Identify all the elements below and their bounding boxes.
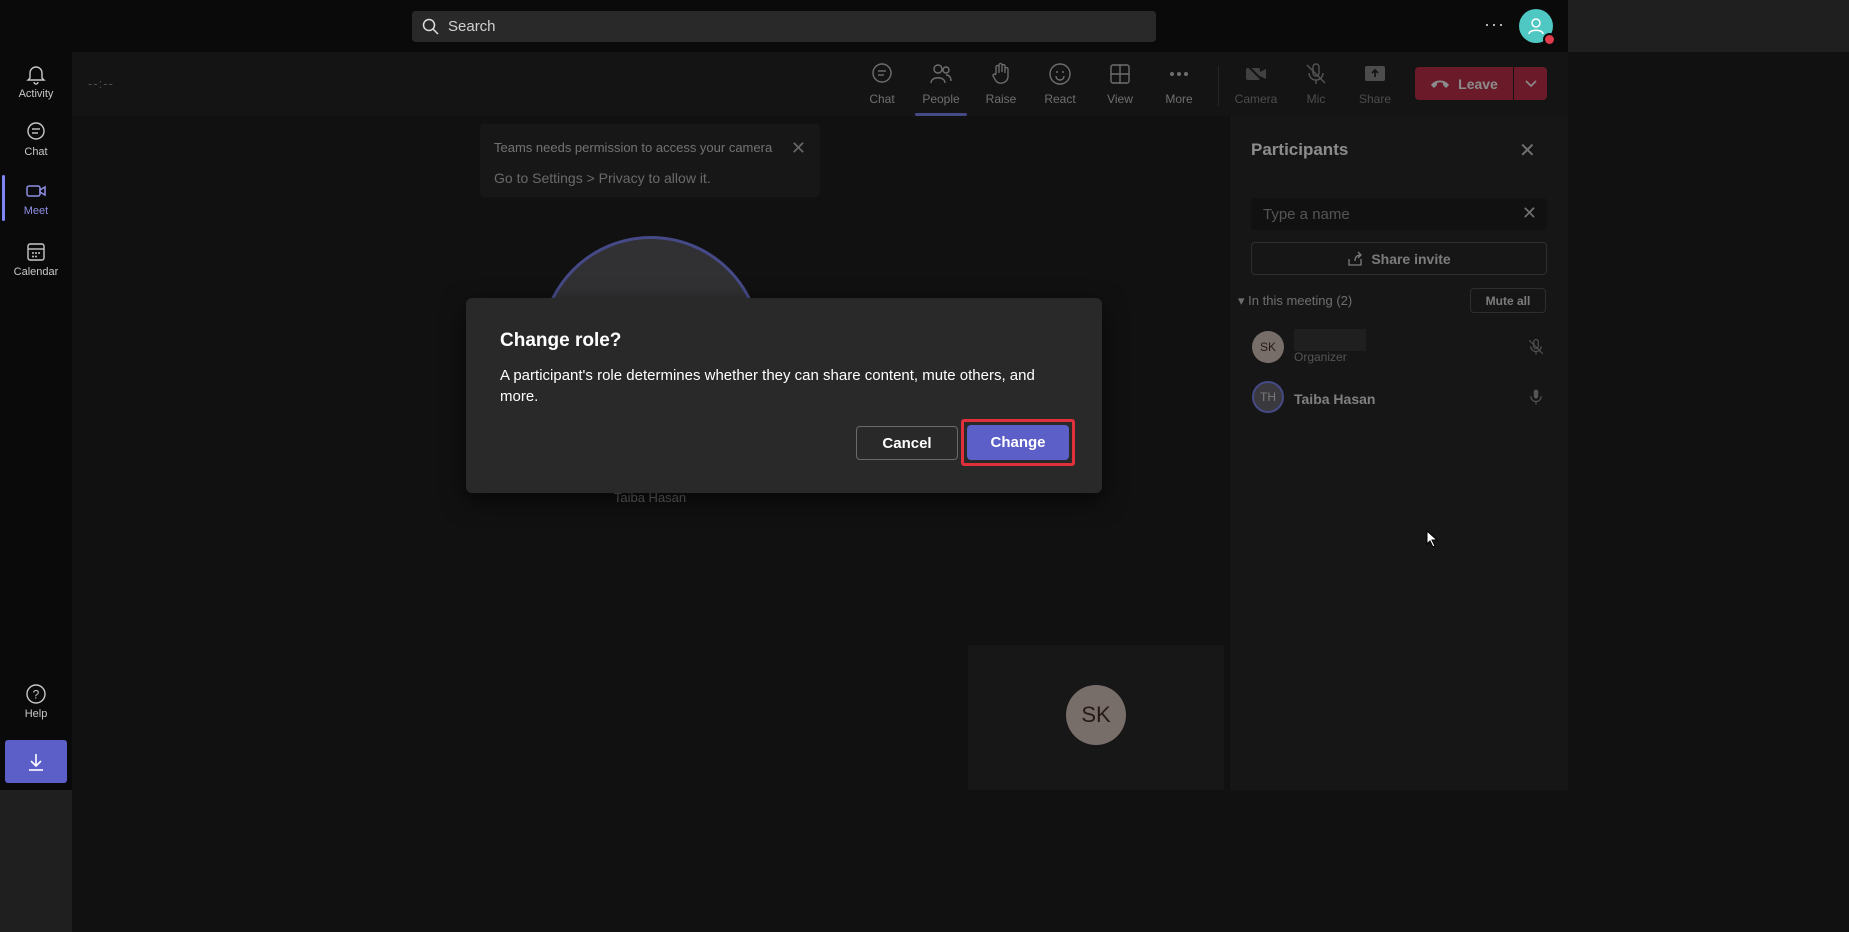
help-icon: ?: [26, 683, 46, 704]
app-rail: Activity Chat Meet Calendar ? Help: [0, 52, 72, 790]
search-icon: [422, 18, 439, 35]
rail-item-label: Meet: [23, 204, 49, 217]
search-box[interactable]: Search: [412, 11, 1156, 42]
rail-item-activity[interactable]: Activity: [0, 52, 72, 110]
video-icon: [26, 184, 46, 197]
download-icon: [29, 753, 43, 771]
download-button[interactable]: [5, 740, 67, 783]
chat-icon: [27, 121, 45, 140]
rail-item-meet[interactable]: Meet: [0, 169, 72, 227]
change-role-dialog: Change role? A participant's role determ…: [466, 298, 1102, 493]
title-bar: Search ···: [0, 0, 1568, 52]
highlight-box: Change: [961, 419, 1075, 466]
rail-item-chat[interactable]: Chat: [0, 110, 72, 168]
rail-item-help[interactable]: ? Help: [0, 672, 72, 730]
change-button[interactable]: Change: [967, 425, 1069, 460]
dialog-body: A participant's role determines whether …: [500, 367, 1035, 405]
rail-item-label: Activity: [18, 87, 54, 100]
more-options-icon[interactable]: ···: [1484, 14, 1506, 36]
rail-item-label: Calendar: [13, 265, 59, 278]
calendar-icon: [27, 242, 45, 261]
profile-avatar[interactable]: [1519, 9, 1556, 46]
rail-item-label: Help: [24, 707, 48, 720]
rail-item-calendar[interactable]: Calendar: [0, 230, 72, 288]
person-icon: [1528, 18, 1544, 35]
status-dot: [1543, 33, 1556, 46]
rail-item-label: Chat: [24, 145, 48, 158]
svg-text:?: ?: [33, 687, 40, 701]
mouse-cursor: [1426, 529, 1439, 553]
bell-icon: [26, 65, 46, 85]
dialog-title: Change role?: [500, 330, 622, 351]
cancel-button[interactable]: Cancel: [856, 426, 958, 460]
search-placeholder: Search: [448, 18, 496, 35]
